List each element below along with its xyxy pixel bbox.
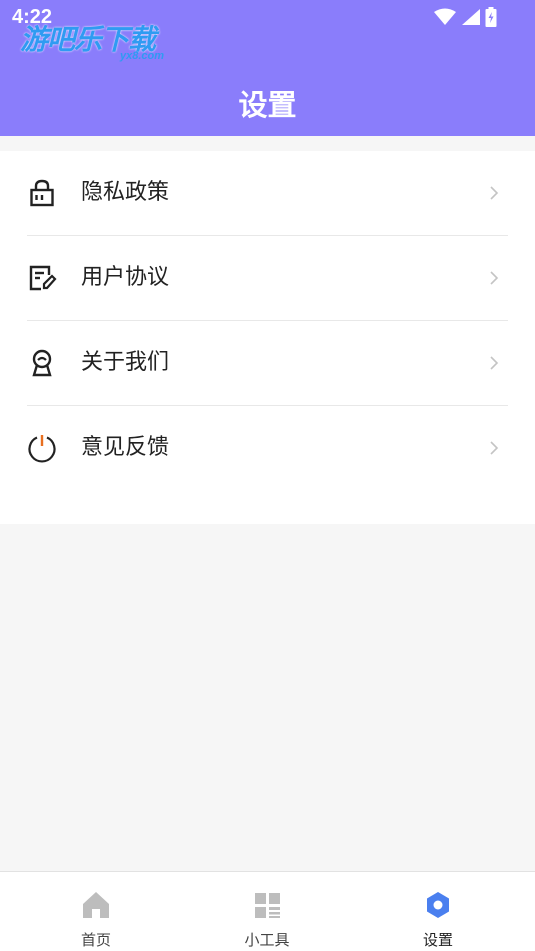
about-person-icon — [32, 349, 52, 377]
battery-icon — [485, 7, 497, 27]
menu-item-label: 用户协议 — [81, 265, 170, 290]
tab-tools[interactable]: 小工具 — [207, 872, 327, 951]
chevron-right-icon — [490, 271, 499, 285]
edit-document-icon — [29, 265, 57, 291]
lock-icon — [30, 179, 54, 207]
tab-home[interactable]: 首页 — [36, 872, 156, 951]
menu-item-feedback[interactable]: 意见反馈 — [0, 406, 535, 491]
home-icon — [83, 892, 109, 918]
watermark-sub: yx8.com — [120, 50, 165, 62]
signal-icon — [462, 9, 480, 25]
page-title: 设置 — [238, 88, 297, 122]
settings-menu: 隐私政策 用户协议 关于我们 意见反馈 — [0, 151, 535, 524]
tab-label: 首页 — [80, 931, 111, 949]
tools-grid-icon — [255, 893, 280, 918]
tab-label: 小工具 — [244, 931, 290, 949]
menu-item-privacy-policy[interactable]: 隐私政策 — [0, 151, 535, 236]
chevron-right-icon — [490, 441, 499, 455]
power-icon — [28, 435, 56, 463]
wifi-icon — [434, 8, 456, 25]
watermark-logo: 游吧乐下载 yx8.com — [20, 18, 164, 62]
chevron-right-icon — [490, 186, 499, 200]
menu-item-label: 隐私政策 — [81, 180, 170, 205]
menu-item-label: 关于我们 — [81, 350, 170, 375]
menu-item-label: 意见反馈 — [81, 435, 170, 460]
tab-settings[interactable]: 设置 — [378, 872, 498, 951]
tab-label: 设置 — [422, 931, 453, 949]
status-icons — [433, 7, 497, 27]
app-header: 4:22 游吧乐下载 yx8.com 设置 — [0, 0, 535, 136]
bottom-tab-bar: 首页 小工具 设置 — [0, 871, 535, 951]
chevron-right-icon — [490, 356, 499, 370]
menu-item-user-agreement[interactable]: 用户协议 — [0, 236, 535, 321]
menu-item-about-us[interactable]: 关于我们 — [0, 321, 535, 406]
gear-icon — [427, 892, 449, 918]
